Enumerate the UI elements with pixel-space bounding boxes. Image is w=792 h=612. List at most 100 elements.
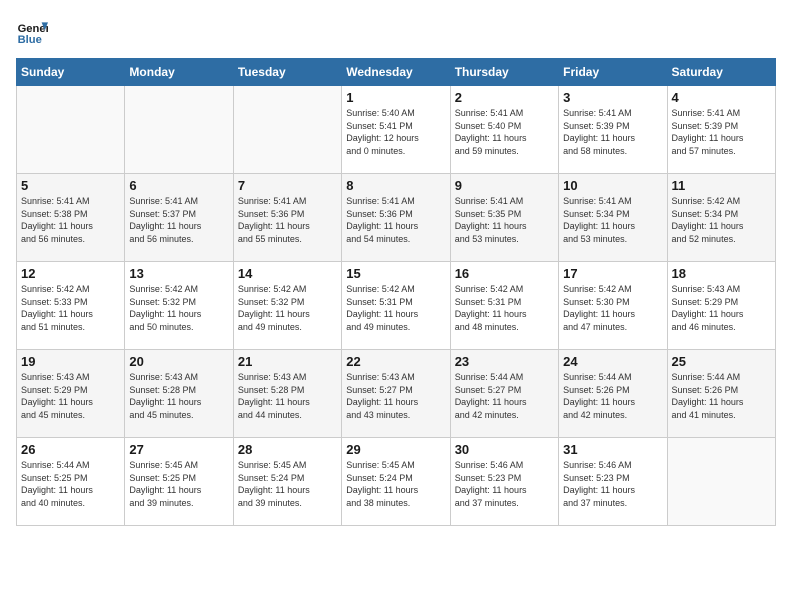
calendar-cell: 12 Sunrise: 5:42 AMSunset: 5:33 PMDayligh…	[17, 262, 125, 350]
svg-text:Blue: Blue	[18, 34, 42, 46]
day-number: 7	[238, 178, 337, 193]
day-number: 2	[455, 90, 554, 105]
day-info: Sunrise: 5:43 AMSunset: 5:28 PMDaylight:…	[238, 371, 337, 421]
calendar-cell: 30 Sunrise: 5:46 AMSunset: 5:23 PMDayligh…	[450, 438, 558, 526]
weekday-header-sunday: Sunday	[17, 59, 125, 86]
calendar-cell: 20 Sunrise: 5:43 AMSunset: 5:28 PMDayligh…	[125, 350, 233, 438]
day-number: 17	[563, 266, 662, 281]
calendar-cell: 25 Sunrise: 5:44 AMSunset: 5:26 PMDayligh…	[667, 350, 775, 438]
day-info: Sunrise: 5:44 AMSunset: 5:26 PMDaylight:…	[672, 371, 771, 421]
day-number: 16	[455, 266, 554, 281]
day-info: Sunrise: 5:44 AMSunset: 5:27 PMDaylight:…	[455, 371, 554, 421]
calendar-cell: 6 Sunrise: 5:41 AMSunset: 5:37 PMDaylight…	[125, 174, 233, 262]
day-info: Sunrise: 5:41 AMSunset: 5:36 PMDaylight:…	[346, 195, 445, 245]
day-number: 4	[672, 90, 771, 105]
day-number: 9	[455, 178, 554, 193]
calendar-cell: 9 Sunrise: 5:41 AMSunset: 5:35 PMDaylight…	[450, 174, 558, 262]
calendar-cell: 23 Sunrise: 5:44 AMSunset: 5:27 PMDayligh…	[450, 350, 558, 438]
day-number: 8	[346, 178, 445, 193]
calendar-cell: 7Sunrise: 5:41 AMSunset: 5:36 PMDaylight…	[233, 174, 341, 262]
day-number: 27	[129, 442, 228, 457]
day-info: Sunrise: 5:46 AMSunset: 5:23 PMDaylight:…	[563, 459, 662, 509]
calendar-cell: 27Sunrise: 5:45 AMSunset: 5:25 PMDayligh…	[125, 438, 233, 526]
week-row-1: 5 Sunrise: 5:41 AMSunset: 5:38 PMDaylight…	[17, 174, 776, 262]
logo-icon: General Blue	[16, 16, 48, 48]
calendar-cell: 31 Sunrise: 5:46 AMSunset: 5:23 PMDayligh…	[559, 438, 667, 526]
day-number: 13	[129, 266, 228, 281]
day-number: 1	[346, 90, 445, 105]
day-info: Sunrise: 5:41 AMSunset: 5:37 PMDaylight:…	[129, 195, 228, 245]
calendar-cell: 8 Sunrise: 5:41 AMSunset: 5:36 PMDaylight…	[342, 174, 450, 262]
day-info: Sunrise: 5:41 AMSunset: 5:38 PMDaylight:…	[21, 195, 120, 245]
day-number: 29	[346, 442, 445, 457]
day-info: Sunrise: 5:42 AMSunset: 5:33 PMDaylight:…	[21, 283, 120, 333]
day-info: Sunrise: 5:45 AMSunset: 5:24 PMDaylight:…	[346, 459, 445, 509]
day-info: Sunrise: 5:42 AMSunset: 5:31 PMDaylight:…	[455, 283, 554, 333]
day-number: 21	[238, 354, 337, 369]
day-number: 5	[21, 178, 120, 193]
day-number: 26	[21, 442, 120, 457]
calendar-cell: 21 Sunrise: 5:43 AMSunset: 5:28 PMDayligh…	[233, 350, 341, 438]
calendar-cell: 28 Sunrise: 5:45 AMSunset: 5:24 PMDayligh…	[233, 438, 341, 526]
day-info: Sunrise: 5:42 AMSunset: 5:32 PMDaylight:…	[238, 283, 337, 333]
calendar-cell: 19 Sunrise: 5:43 AMSunset: 5:29 PMDayligh…	[17, 350, 125, 438]
weekday-header-monday: Monday	[125, 59, 233, 86]
day-info: Sunrise: 5:41 AMSunset: 5:39 PMDaylight:…	[563, 107, 662, 157]
day-number: 19	[21, 354, 120, 369]
day-number: 20	[129, 354, 228, 369]
weekday-header-saturday: Saturday	[667, 59, 775, 86]
day-number: 18	[672, 266, 771, 281]
day-info: Sunrise: 5:41 AMSunset: 5:35 PMDaylight:…	[455, 195, 554, 245]
weekday-header-tuesday: Tuesday	[233, 59, 341, 86]
calendar-cell: 1 Sunrise: 5:40 AMSunset: 5:41 PMDaylight…	[342, 86, 450, 174]
day-info: Sunrise: 5:44 AMSunset: 5:25 PMDaylight:…	[21, 459, 120, 509]
calendar-cell: 16 Sunrise: 5:42 AMSunset: 5:31 PMDayligh…	[450, 262, 558, 350]
day-info: Sunrise: 5:41 AMSunset: 5:40 PMDaylight:…	[455, 107, 554, 157]
calendar-cell: 5 Sunrise: 5:41 AMSunset: 5:38 PMDaylight…	[17, 174, 125, 262]
calendar-cell: 17 Sunrise: 5:42 AMSunset: 5:30 PMDayligh…	[559, 262, 667, 350]
day-info: Sunrise: 5:42 AMSunset: 5:32 PMDaylight:…	[129, 283, 228, 333]
calendar-cell	[667, 438, 775, 526]
day-info: Sunrise: 5:42 AMSunset: 5:34 PMDaylight:…	[672, 195, 771, 245]
day-number: 31	[563, 442, 662, 457]
calendar-cell: 3Sunrise: 5:41 AMSunset: 5:39 PMDaylight…	[559, 86, 667, 174]
day-info: Sunrise: 5:43 AMSunset: 5:29 PMDaylight:…	[21, 371, 120, 421]
day-number: 30	[455, 442, 554, 457]
day-number: 10	[563, 178, 662, 193]
calendar-table: SundayMondayTuesdayWednesdayThursdayFrid…	[16, 58, 776, 526]
weekday-header-row: SundayMondayTuesdayWednesdayThursdayFrid…	[17, 59, 776, 86]
week-row-4: 26 Sunrise: 5:44 AMSunset: 5:25 PMDayligh…	[17, 438, 776, 526]
day-info: Sunrise: 5:46 AMSunset: 5:23 PMDaylight:…	[455, 459, 554, 509]
weekday-header-friday: Friday	[559, 59, 667, 86]
calendar-cell: 18 Sunrise: 5:43 AMSunset: 5:29 PMDayligh…	[667, 262, 775, 350]
day-number: 23	[455, 354, 554, 369]
calendar-cell	[125, 86, 233, 174]
calendar-cell	[233, 86, 341, 174]
calendar-cell: 13 Sunrise: 5:42 AMSunset: 5:32 PMDayligh…	[125, 262, 233, 350]
day-number: 11	[672, 178, 771, 193]
day-info: Sunrise: 5:40 AMSunset: 5:41 PMDaylight:…	[346, 107, 445, 157]
day-info: Sunrise: 5:43 AMSunset: 5:28 PMDaylight:…	[129, 371, 228, 421]
day-number: 6	[129, 178, 228, 193]
day-info: Sunrise: 5:43 AMSunset: 5:27 PMDaylight:…	[346, 371, 445, 421]
day-info: Sunrise: 5:42 AMSunset: 5:31 PMDaylight:…	[346, 283, 445, 333]
day-info: Sunrise: 5:42 AMSunset: 5:30 PMDaylight:…	[563, 283, 662, 333]
week-row-0: 1 Sunrise: 5:40 AMSunset: 5:41 PMDaylight…	[17, 86, 776, 174]
week-row-2: 12 Sunrise: 5:42 AMSunset: 5:33 PMDayligh…	[17, 262, 776, 350]
weekday-header-thursday: Thursday	[450, 59, 558, 86]
calendar-cell: 2 Sunrise: 5:41 AMSunset: 5:40 PMDaylight…	[450, 86, 558, 174]
calendar-cell: 26 Sunrise: 5:44 AMSunset: 5:25 PMDayligh…	[17, 438, 125, 526]
calendar-cell: 11 Sunrise: 5:42 AMSunset: 5:34 PMDayligh…	[667, 174, 775, 262]
calendar-cell: 24Sunrise: 5:44 AMSunset: 5:26 PMDayligh…	[559, 350, 667, 438]
day-number: 12	[21, 266, 120, 281]
day-info: Sunrise: 5:43 AMSunset: 5:29 PMDaylight:…	[672, 283, 771, 333]
calendar-cell: 22Sunrise: 5:43 AMSunset: 5:27 PMDayligh…	[342, 350, 450, 438]
weekday-header-wednesday: Wednesday	[342, 59, 450, 86]
day-number: 25	[672, 354, 771, 369]
day-info: Sunrise: 5:41 AMSunset: 5:34 PMDaylight:…	[563, 195, 662, 245]
day-number: 24	[563, 354, 662, 369]
day-number: 28	[238, 442, 337, 457]
calendar-cell: 15Sunrise: 5:42 AMSunset: 5:31 PMDayligh…	[342, 262, 450, 350]
logo: General Blue	[16, 16, 48, 48]
day-info: Sunrise: 5:45 AMSunset: 5:24 PMDaylight:…	[238, 459, 337, 509]
